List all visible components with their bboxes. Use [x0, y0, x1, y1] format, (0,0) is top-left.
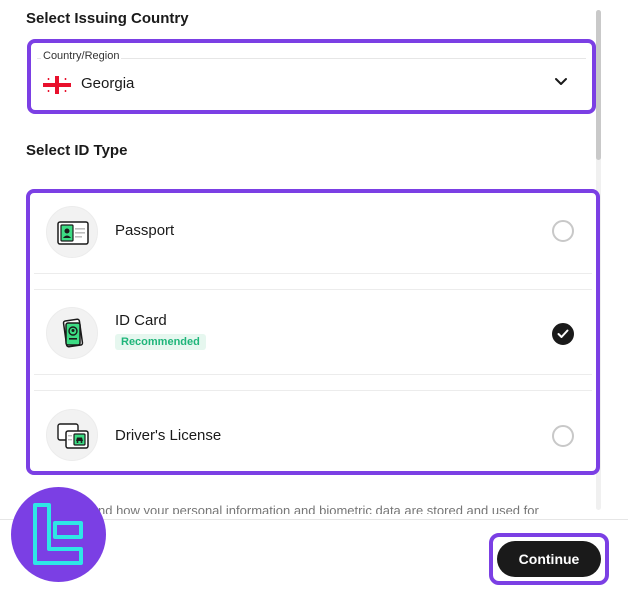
id-type-label: Passport: [115, 222, 175, 239]
row-divider: [34, 273, 592, 274]
country-value: Georgia: [81, 75, 135, 92]
passport-icon: [46, 206, 98, 258]
checkmark-icon: [557, 329, 569, 338]
radio-drivers-license[interactable]: [552, 425, 574, 447]
id-type-option-passport[interactable]: Passport: [34, 193, 592, 271]
privacy-disclaimer: nd how your personal information and bio…: [98, 503, 539, 514]
drivers-license-icon: [46, 409, 98, 461]
id-type-label: ID Card: [115, 312, 167, 329]
georgia-flag-icon: [43, 76, 71, 94]
issuing-country-title: Select Issuing Country: [26, 10, 189, 27]
id-type-list-highlight: Passport ID Card Recommended Driver's Li…: [26, 189, 600, 475]
id-type-label: Driver's License: [115, 427, 222, 444]
id-type-option-drivers-license[interactable]: Driver's License: [34, 391, 592, 473]
continue-button[interactable]: Continue: [497, 541, 601, 577]
id-type-option-id-card[interactable]: ID Card Recommended: [34, 290, 592, 376]
radio-passport[interactable]: [552, 220, 574, 242]
chevron-down-icon[interactable]: [554, 77, 568, 87]
id-card-icon: [46, 307, 98, 359]
recommended-badge: Recommended: [115, 334, 206, 350]
row-divider: [34, 374, 592, 375]
brand-logo: [11, 487, 106, 582]
id-type-title: Select ID Type: [26, 142, 128, 159]
radio-id-card[interactable]: [552, 323, 574, 345]
country-field-label: Country/Region: [41, 50, 122, 62]
country-select[interactable]: Country/Region Georgia: [37, 49, 586, 104]
continue-button-highlight: Continue: [489, 533, 609, 585]
brand-logo-icon: [33, 503, 83, 565]
scrollbar-thumb[interactable]: [596, 10, 601, 160]
country-select-highlight: Country/Region Georgia: [27, 39, 596, 114]
